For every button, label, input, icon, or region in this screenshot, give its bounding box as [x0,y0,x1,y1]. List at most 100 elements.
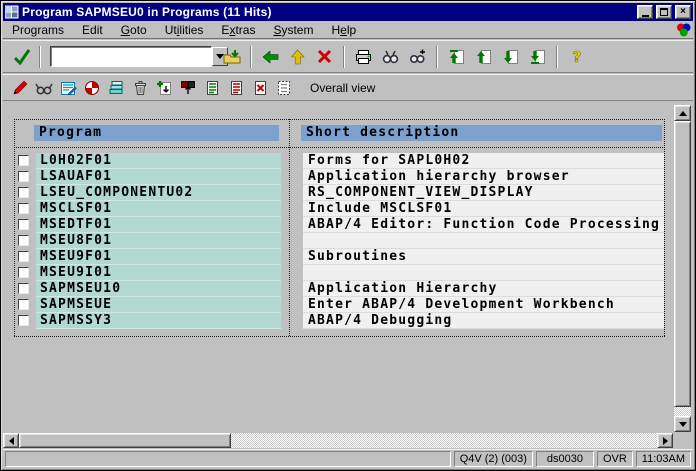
description-cell[interactable]: RS_COMPONENT_VIEW_DISPLAY [303,185,664,201]
table-row: MSCLSF01 Include MSCLSF01 [14,201,665,217]
horizontal-scroll-thumb[interactable] [19,433,231,448]
exit-button[interactable] [284,45,311,69]
table-row: SAPMSEU10 Application Hierarchy [14,281,665,297]
menu-help[interactable]: Help [322,22,365,38]
overall-view-label: Overall view [310,81,375,95]
description-cell[interactable]: Forms for SAPL0H02 [303,153,664,169]
menu-extras[interactable]: Extras [212,22,264,38]
program-cell[interactable]: LSAUAF01 [36,169,281,185]
toolbar-separator [39,46,41,68]
description-cell[interactable]: Application hierarchy browser [303,169,664,185]
overall-list-button[interactable] [272,77,296,98]
menu-programs[interactable]: Programs [3,22,73,38]
row-checkbox[interactable] [18,267,29,278]
last-page-button[interactable] [524,45,551,69]
program-cell[interactable]: MSEU8F01 [36,233,281,249]
find-button[interactable] [377,45,404,69]
maximize-button[interactable] [656,5,672,19]
menu-goto[interactable]: Goto [112,22,156,38]
program-column-header: Program [34,125,279,141]
list-area: Program Short description L0H02F01 Forms… [3,102,693,448]
first-page-button[interactable] [443,45,470,69]
description-cell[interactable]: Include MSCLSF01 [303,201,664,217]
row-checkbox[interactable] [18,219,29,230]
menu-system[interactable]: System [264,22,322,38]
scroll-right-button[interactable] [657,433,673,448]
table-row: LSAUAF01 Application hierarchy browser [14,169,665,185]
titlebar[interactable]: Program SAPMSEU0 in Programs (11 Hits) × [3,3,693,21]
app-icon[interactable] [5,5,19,19]
save-button[interactable] [218,45,245,69]
toolbar-separator [343,46,345,68]
program-cell[interactable]: SAPMSSY3 [36,313,281,329]
help-button[interactable]: ? [563,45,590,69]
description-cell[interactable] [303,233,664,249]
program-cell[interactable]: SAPMSEUE [36,297,281,313]
list-green-button[interactable] [200,77,224,98]
program-cell[interactable]: SAPMSEU10 [36,281,281,297]
svg-text:?: ? [572,48,581,66]
command-input[interactable] [51,47,212,66]
program-cell[interactable]: L0H02F01 [36,153,281,169]
list-green-icon [205,80,220,96]
delete-button[interactable] [128,77,152,98]
list-red-button[interactable] [224,77,248,98]
table-row: L0H02F01 Forms for SAPL0H02 [14,153,665,169]
row-checkbox[interactable] [18,315,29,326]
vertical-scroll-thumb[interactable] [674,121,691,407]
check-button[interactable] [80,77,104,98]
delete-entry-button[interactable] [248,77,272,98]
program-cell[interactable]: LSEU_COMPONENTU02 [36,185,281,201]
test-button[interactable] [56,77,80,98]
toolbar-separator [556,46,558,68]
vertical-scrollbar[interactable] [674,105,691,432]
row-checkbox[interactable] [18,299,29,310]
previous-page-button[interactable] [470,45,497,69]
cancel-button[interactable] [311,45,338,69]
description-cell[interactable] [303,265,664,281]
page-delete-x-icon [253,80,268,96]
menu-utilities[interactable]: Utilities [156,22,213,38]
row-checkbox[interactable] [18,251,29,262]
copy-button[interactable] [104,77,128,98]
command-field[interactable] [50,46,212,67]
find-next-button[interactable] [404,45,431,69]
horizontal-scrollbar[interactable] [3,433,673,448]
next-page-button[interactable] [497,45,524,69]
row-checkbox[interactable] [18,171,29,182]
scroll-down-button[interactable] [674,416,691,432]
glasses-icon [35,81,53,95]
cancel-x-icon [317,49,332,64]
scroll-up-button[interactable] [674,105,691,121]
row-checkbox[interactable] [18,155,29,166]
program-cell[interactable]: MSEU9F01 [36,249,281,265]
change-button[interactable] [8,77,32,98]
description-cell[interactable]: Application Hierarchy [303,281,664,297]
statusbar: Q4V (2) (003) ds0030 OVR 11:03AM [3,449,693,468]
display-button[interactable] [32,77,56,98]
table-row: SAPMSEUE Enter ABAP/4 Development Workbe… [14,297,665,313]
move-line-button[interactable] [176,77,200,98]
close-button[interactable]: × [675,5,691,19]
back-button[interactable] [257,45,284,69]
row-checkbox[interactable] [18,203,29,214]
description-cell[interactable]: Subroutines [303,249,664,265]
scroll-left-button[interactable] [3,433,19,448]
enter-button[interactable] [7,45,34,69]
description-cell[interactable]: Enter ABAP/4 Development Workbench [303,297,664,313]
menu-edit[interactable]: Edit [73,22,112,38]
minimize-button[interactable] [637,5,653,19]
program-cell[interactable]: MSCLSF01 [36,201,281,217]
print-button[interactable] [350,45,377,69]
insert-line-button[interactable] [152,77,176,98]
row-checkbox[interactable] [18,235,29,246]
row-checkbox[interactable] [18,187,29,198]
row-checkbox[interactable] [18,283,29,294]
table-row: MSEU8F01 [14,233,665,249]
description-cell[interactable]: ABAP/4 Editor: Function Code Processing [303,217,664,233]
description-cell[interactable]: ABAP/4 Debugging [303,313,664,329]
copy-stack-icon [108,80,125,96]
program-cell[interactable]: MSEU9I01 [36,265,281,281]
list-border [14,119,665,120]
program-cell[interactable]: MSEDTF01 [36,217,281,233]
